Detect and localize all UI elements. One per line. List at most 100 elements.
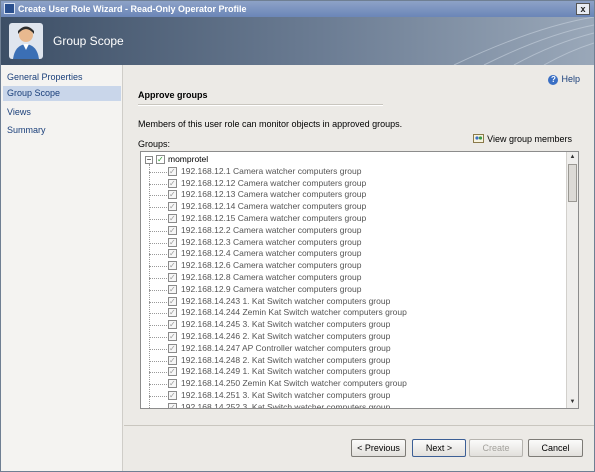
nav-item-views[interactable]: Views xyxy=(3,105,121,120)
nav-item-general-properties[interactable]: General Properties xyxy=(3,70,121,85)
tree-child-node[interactable]: 192.168.14.245 3. Kat Switch watcher com… xyxy=(141,319,565,331)
tree-connector-line xyxy=(149,207,167,209)
tree-connector-line xyxy=(149,336,167,338)
group-checkbox[interactable] xyxy=(168,366,177,378)
group-checkbox[interactable] xyxy=(168,307,177,319)
group-checkbox[interactable] xyxy=(168,343,177,355)
close-button[interactable]: x xyxy=(576,3,590,15)
root-checkbox[interactable] xyxy=(156,154,165,166)
tree-child-node[interactable]: 192.168.12.14 Camera watcher computers g… xyxy=(141,201,565,213)
group-checkbox[interactable] xyxy=(168,355,177,366)
collapse-toggle-icon[interactable]: − xyxy=(145,156,153,164)
group-checkbox[interactable] xyxy=(168,284,177,296)
tree-child-node[interactable]: 192.168.14.249 1. Kat Switch watcher com… xyxy=(141,366,565,378)
group-label: 192.168.14.246 2. Kat Switch watcher com… xyxy=(181,330,391,341)
window-title: Create User Role Wizard - Read-Only Oper… xyxy=(18,4,247,14)
wizard-window: Create User Role Wizard - Read-Only Oper… xyxy=(0,0,595,472)
tree-connector-line xyxy=(149,289,167,291)
group-checkbox[interactable] xyxy=(168,272,177,284)
tree-list: − momprotel 192.168.12.1 Camera watcher … xyxy=(141,154,565,409)
groups-tree[interactable]: − momprotel 192.168.12.1 Camera watcher … xyxy=(140,151,579,409)
group-checkbox[interactable] xyxy=(168,201,177,213)
tree-child-node[interactable]: 192.168.14.252 3. Kat Switch watcher com… xyxy=(141,401,565,409)
group-checkbox[interactable] xyxy=(168,390,177,402)
tree-child-node[interactable]: 192.168.14.243 1. Kat Switch watcher com… xyxy=(141,296,565,307)
tree-connector-line xyxy=(149,360,167,362)
tree-connector-line xyxy=(149,325,167,327)
help-link[interactable]: ? Help xyxy=(548,74,580,85)
previous-button[interactable]: < Previous xyxy=(351,439,406,457)
tree-child-node[interactable]: 192.168.12.13 Camera watcher computers g… xyxy=(141,189,565,201)
group-label: 192.168.12.1 Camera watcher computers gr… xyxy=(181,165,362,176)
group-label: 192.168.12.4 Camera watcher computers gr… xyxy=(181,248,362,259)
tree-connector-line xyxy=(149,348,167,350)
tree-child-node[interactable]: 192.168.14.247 AP Controller watcher com… xyxy=(141,343,565,355)
tree-child-node[interactable]: 192.168.12.2 Camera watcher computers gr… xyxy=(141,225,565,237)
tree-child-node[interactable]: 192.168.14.244 Zemin Kat Switch watcher … xyxy=(141,307,565,319)
group-label: 192.168.14.250 Zemin Kat Switch watcher … xyxy=(181,378,407,389)
group-checkbox[interactable] xyxy=(168,189,177,201)
group-checkbox[interactable] xyxy=(168,166,177,178)
tree-child-node[interactable]: 192.168.12.9 Camera watcher computers gr… xyxy=(141,284,565,296)
tree-child-node[interactable]: 192.168.12.6 Camera watcher computers gr… xyxy=(141,260,565,272)
group-label: 192.168.14.244 Zemin Kat Switch watcher … xyxy=(181,307,407,318)
description-text: Members of this user role can monitor ob… xyxy=(138,119,403,129)
tree-child-node[interactable]: 192.168.14.248 2. Kat Switch watcher com… xyxy=(141,355,565,366)
group-label: 192.168.14.245 3. Kat Switch watcher com… xyxy=(181,319,391,330)
group-checkbox[interactable] xyxy=(168,248,177,260)
tree-connector-line xyxy=(149,266,167,268)
create-button[interactable]: Create xyxy=(469,439,523,457)
group-checkbox[interactable] xyxy=(168,402,177,408)
group-checkbox[interactable] xyxy=(168,237,177,248)
group-checkbox[interactable] xyxy=(168,213,177,225)
tree-connector-line xyxy=(149,218,167,220)
tree-child-node[interactable]: 192.168.14.246 2. Kat Switch watcher com… xyxy=(141,331,565,343)
group-label: 192.168.14.251 3. Kat Switch watcher com… xyxy=(181,389,391,400)
group-checkbox[interactable] xyxy=(168,319,177,331)
tree-root-node[interactable]: − momprotel xyxy=(141,154,565,166)
group-label: 192.168.14.252 3. Kat Switch watcher com… xyxy=(181,401,391,409)
group-checkbox[interactable] xyxy=(168,296,177,307)
tree-child-node[interactable]: 192.168.12.1 Camera watcher computers gr… xyxy=(141,166,565,178)
cancel-button[interactable]: Cancel xyxy=(528,439,583,457)
view-group-members-button[interactable]: View group members xyxy=(473,133,572,144)
tree-child-node[interactable]: 192.168.12.15 Camera watcher computers g… xyxy=(141,213,565,225)
tree-connector-line xyxy=(149,277,167,279)
tree-child-node[interactable]: 192.168.12.4 Camera watcher computers gr… xyxy=(141,248,565,260)
nav-item-group-scope[interactable]: Group Scope xyxy=(3,86,121,101)
tree-connector-line xyxy=(149,230,167,232)
group-label: 192.168.12.14 Camera watcher computers g… xyxy=(181,201,367,212)
tree-connector-line xyxy=(149,313,167,315)
group-checkbox[interactable] xyxy=(168,178,177,189)
tree-child-node[interactable]: 192.168.14.250 Zemin Kat Switch watcher … xyxy=(141,378,565,390)
group-checkbox[interactable] xyxy=(168,225,177,237)
app-icon xyxy=(4,3,15,14)
group-checkbox[interactable] xyxy=(168,260,177,272)
group-checkbox[interactable] xyxy=(168,331,177,343)
group-label: 192.168.12.15 Camera watcher computers g… xyxy=(181,212,367,223)
tree-connector-line xyxy=(149,395,167,397)
tree-connector-line xyxy=(149,242,167,244)
group-label: 192.168.12.9 Camera watcher computers gr… xyxy=(181,283,362,294)
group-members-icon xyxy=(473,134,485,143)
tree-connector-line xyxy=(149,301,167,303)
group-label: 192.168.12.8 Camera watcher computers gr… xyxy=(181,271,362,282)
tree-connector-line xyxy=(149,384,167,386)
nav-item-summary[interactable]: Summary xyxy=(3,123,121,138)
scroll-down-icon[interactable]: ▼ xyxy=(567,397,578,408)
tree-child-node[interactable]: 192.168.12.12 Camera watcher computers g… xyxy=(141,178,565,189)
next-button[interactable]: Next > xyxy=(412,439,466,457)
group-label: 192.168.12.13 Camera watcher computers g… xyxy=(181,189,367,200)
group-label: 192.168.12.2 Camera watcher computers gr… xyxy=(181,224,362,235)
scroll-up-icon[interactable]: ▲ xyxy=(567,152,578,163)
group-checkbox[interactable] xyxy=(168,378,177,390)
section-divider xyxy=(138,104,383,106)
tree-child-node[interactable]: 192.168.12.8 Camera watcher computers gr… xyxy=(141,272,565,284)
tree-connector-line xyxy=(149,171,167,173)
scroll-thumb[interactable] xyxy=(568,164,577,202)
group-label: 192.168.12.6 Camera watcher computers gr… xyxy=(181,260,362,271)
tree-child-node[interactable]: 192.168.12.3 Camera watcher computers gr… xyxy=(141,237,565,248)
tree-child-node[interactable]: 192.168.14.251 3. Kat Switch watcher com… xyxy=(141,390,565,402)
banner-decoration xyxy=(453,17,594,65)
vertical-scrollbar[interactable]: ▲ ▼ xyxy=(566,152,578,408)
